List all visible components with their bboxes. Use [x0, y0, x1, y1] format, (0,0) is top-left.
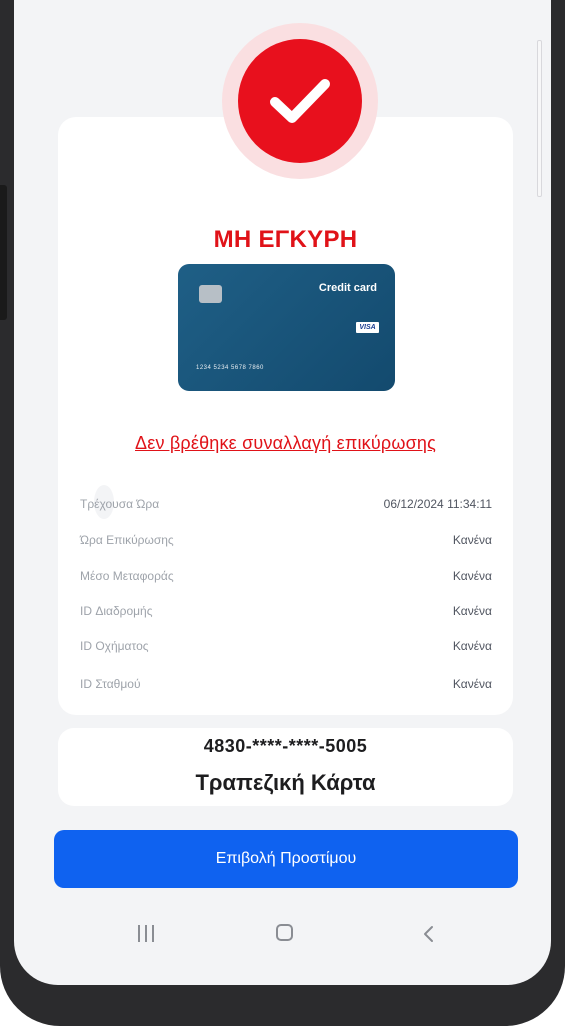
- check-circle-icon: [238, 39, 362, 163]
- status-bar-area: [14, 0, 551, 10]
- ticket-notch-right: [547, 485, 551, 519]
- recents-icon[interactable]: [136, 925, 156, 943]
- home-icon[interactable]: [276, 924, 293, 941]
- back-icon[interactable]: [419, 924, 439, 944]
- detail-value: Κανένα: [452, 604, 492, 618]
- card-title: Credit card: [318, 282, 377, 294]
- detail-label: ID Διαδρομής: [80, 604, 153, 618]
- detail-row-transport-mode: Μέσο Μεταφοράς Κανένα: [80, 568, 492, 584]
- app-screen: ΜΗ ΕΓΚΥΡΗ Credit card VISA 1234 5234 567…: [14, 0, 551, 985]
- detail-label: Μέσο Μεταφοράς: [80, 569, 174, 583]
- card-sample-number: 1234 5234 5678 7860: [196, 365, 264, 371]
- detail-value: Κανένα: [452, 569, 492, 583]
- detail-row-route-id: ID Διαδρομής Κανένα: [80, 603, 492, 619]
- status-title: ΜΗ ΕΓΚΥΡΗ: [213, 226, 358, 253]
- system-nav-bar: [14, 900, 551, 970]
- detail-label: Ώρα Επικύρωσης: [80, 533, 174, 547]
- detail-label: Τρέχουσα Ώρα: [80, 497, 160, 511]
- masked-card-number: 4830-****-****-5005: [203, 736, 368, 756]
- scrollbar[interactable]: [537, 40, 542, 197]
- detail-label: ID Σταθμού: [80, 677, 141, 691]
- detail-label: ID Οχήματος: [80, 639, 149, 653]
- no-transaction-message: Δεν βρέθηκε συναλλαγή επικύρωσης: [135, 433, 436, 453]
- detail-value: 06/12/2024 11:34:11: [383, 497, 492, 511]
- detail-value: Κανένα: [452, 533, 492, 547]
- card-info-panel: 4830-****-****-5005 Τραπεζική Κάρτα: [58, 728, 513, 806]
- card-type-label: Τραπεζική Κάρτα: [195, 770, 376, 795]
- credit-card-image: Credit card VISA 1234 5234 5678 7860: [178, 264, 395, 391]
- detail-row-vehicle-id: ID Οχήματος Κανένα: [80, 638, 492, 654]
- checkmark-icon: [270, 79, 330, 123]
- detail-row-validation-time: Ώρα Επικύρωσης Κανένα: [80, 532, 492, 548]
- card-chip-icon: [199, 285, 222, 303]
- detail-value: Κανένα: [452, 677, 492, 691]
- impose-fine-button[interactable]: Επιβολή Προστίμου: [54, 830, 518, 888]
- detail-row-current-time: Τρέχουσα Ώρα 06/12/2024 11:34:11: [80, 496, 492, 512]
- validation-card: [58, 117, 551, 715]
- detail-value: Κανένα: [452, 639, 492, 653]
- visa-logo: VISA: [356, 322, 379, 333]
- detail-row-station-id: ID Σταθμού Κανένα: [80, 676, 492, 692]
- side-button: [0, 185, 7, 320]
